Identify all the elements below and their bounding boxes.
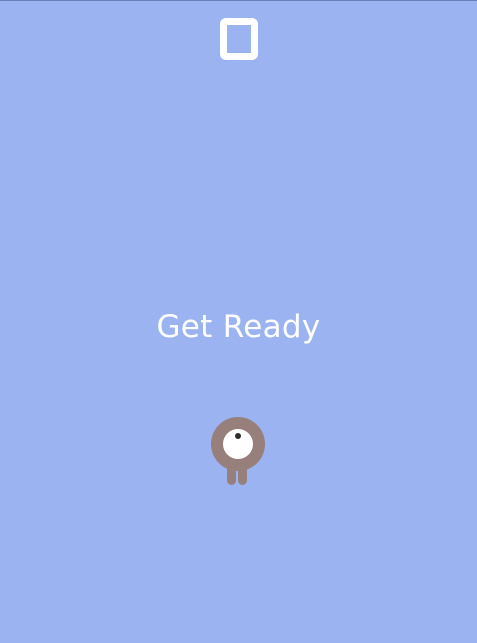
score-digit-zero-icon xyxy=(220,18,258,60)
creature-pupil xyxy=(235,433,241,439)
score-display: 0 xyxy=(219,17,259,61)
player-character-icon xyxy=(211,417,265,485)
game-canvas[interactable]: 0 Get Ready xyxy=(0,0,477,643)
top-border xyxy=(0,0,477,1)
status-message: Get Ready xyxy=(156,309,321,345)
